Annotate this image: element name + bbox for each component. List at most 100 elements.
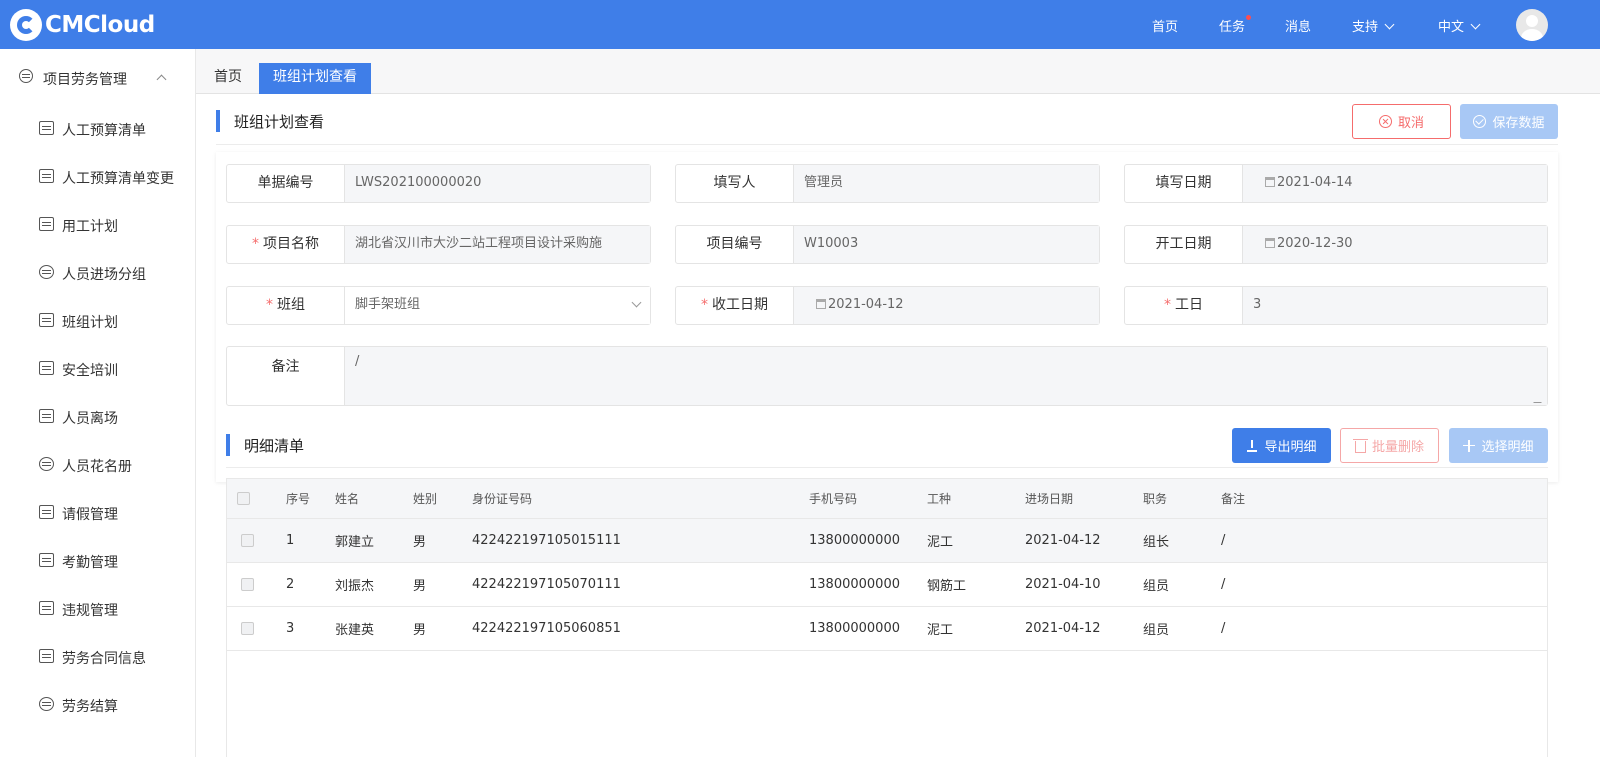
select-detail-label: 选择明细	[1481, 440, 1534, 455]
row-checkbox[interactable]	[241, 563, 254, 606]
sidebar-item-label: 人员花名册	[62, 459, 132, 475]
nav-tasks[interactable]: 任务	[1219, 15, 1252, 35]
trash-icon	[1352, 438, 1368, 453]
sidebar-item-label: 用工计划	[62, 219, 118, 235]
sidebar-item-label: 劳务结算	[62, 699, 118, 715]
doc-no-field[interactable]: 单据编号 LWS202100000020	[226, 164, 651, 203]
cell-name: 刘振杰	[335, 579, 375, 594]
title-accent-bar	[216, 110, 220, 132]
clipboard-check-icon	[39, 601, 54, 615]
column-header: 进场日期	[1025, 492, 1074, 506]
fill-date-label: 填写日期	[1125, 165, 1243, 202]
tab-team-plan-view[interactable]: 班组计划查看	[259, 63, 371, 94]
cell-id-number: 422422197105070111	[472, 577, 621, 592]
check-circle-icon	[1473, 115, 1487, 128]
top-bar: CMCloud 首页 任务 消息 支持 中文	[0, 0, 1600, 49]
nav-support[interactable]: 支持	[1352, 16, 1395, 35]
team-select[interactable]: * 班组 脚手架班组	[226, 286, 651, 325]
training-icon	[39, 361, 54, 375]
remark-field[interactable]: 备注 /	[226, 346, 1549, 406]
row-checkbox[interactable]	[241, 607, 254, 650]
save-button[interactable]: 保存数据	[1460, 104, 1558, 139]
table-row[interactable]: 1 郭建立 男 422422197105015111 13800000000 泥…	[227, 519, 1547, 563]
page-title: 班组计划查看	[216, 110, 324, 132]
nav-home[interactable]: 首页	[1152, 16, 1178, 35]
sidebar-item-label: 安全培训	[62, 363, 118, 379]
sidebar-item-label: 人工预算清单变更	[62, 171, 174, 187]
cell-index: 1	[286, 533, 295, 548]
start-date-value: 2020-12-30	[1243, 226, 1547, 263]
export-detail-button[interactable]: 导出明细	[1232, 428, 1331, 463]
sidebar-item-safety-training[interactable]: 安全培训	[0, 353, 195, 383]
main-content: 班组计划查看 取消 保存数据 单据编号 LWS202100000020 填写人 …	[196, 94, 1600, 757]
select-detail-button[interactable]: 选择明细	[1449, 428, 1548, 463]
checkbox-icon	[241, 534, 254, 547]
sidebar-item-exit[interactable]: 人员离场	[0, 401, 195, 431]
save-button-label: 保存数据	[1492, 116, 1545, 131]
sidebar-item-entry-group[interactable]: 人员进场分组	[0, 257, 195, 287]
cell-entry-date: 2021-04-10	[1025, 577, 1101, 592]
batch-delete-button[interactable]: 批量删除	[1340, 428, 1439, 463]
download-icon	[1246, 439, 1258, 452]
column-header: 备注	[1221, 492, 1246, 506]
table-icon	[39, 121, 54, 135]
project-no-value: W10003	[794, 226, 1099, 263]
sidebar-item-label: 人员离场	[62, 411, 118, 427]
chevron-down-icon	[1384, 19, 1395, 30]
project-no-label: 项目编号	[676, 226, 794, 263]
cell-gender: 男	[413, 623, 427, 638]
sidebar-item-label: 班组计划	[62, 315, 118, 331]
attendance-icon	[39, 553, 54, 567]
sidebar-item-violation[interactable]: 违规管理	[0, 593, 195, 623]
cell-name: 郭建立	[335, 535, 375, 550]
sidebar-item-leave[interactable]: 请假管理	[0, 497, 195, 527]
nav-tasks-label: 任务	[1219, 20, 1246, 35]
cancel-button-label: 取消	[1397, 116, 1424, 131]
fill-date-field[interactable]: 填写日期 2021-04-14	[1124, 164, 1548, 203]
detail-title-text: 明细清单	[244, 436, 305, 455]
cell-position: 组长	[1143, 535, 1170, 550]
cell-phone: 13800000000	[809, 621, 900, 636]
table-row[interactable]: 3 张建英 男 422422197105060851 13800000000 泥…	[227, 607, 1547, 651]
project-no-field[interactable]: 项目编号 W10003	[675, 225, 1100, 264]
sidebar-item-contract[interactable]: 劳务合同信息	[0, 641, 195, 671]
avatar[interactable]	[1516, 9, 1548, 41]
workdays-label: * 工日	[1125, 287, 1243, 324]
exit-icon	[39, 409, 54, 423]
cell-phone: 13800000000	[809, 577, 900, 592]
column-header: 姓名	[335, 492, 360, 506]
project-name-field[interactable]: * 项目名称 湖北省汉川市大沙二站工程项目设计采购施	[226, 225, 651, 264]
calendar-icon	[1265, 238, 1275, 248]
workdays-field[interactable]: * 工日 3	[1124, 286, 1548, 325]
cancel-button[interactable]: 取消	[1352, 104, 1451, 139]
sidebar-item-budget-change[interactable]: 人工预算清单变更	[0, 161, 195, 191]
sidebar-item-budget-list[interactable]: 人工预算清单	[0, 113, 195, 143]
select-all-checkbox[interactable]	[237, 479, 250, 518]
nav-language[interactable]: 中文	[1438, 16, 1481, 35]
tab-home[interactable]: 首页	[200, 63, 256, 94]
filler-field[interactable]: 填写人 管理员	[675, 164, 1100, 203]
sidebar-item-roster[interactable]: 人员花名册	[0, 449, 195, 479]
fill-date-text: 2021-04-14	[1277, 175, 1353, 190]
row-checkbox[interactable]	[241, 519, 254, 562]
checkbox-icon	[241, 622, 254, 635]
cell-name: 张建英	[335, 623, 375, 638]
cell-trade: 泥工	[927, 535, 954, 550]
notification-dot	[1246, 15, 1252, 20]
plan-doc-icon	[39, 217, 54, 231]
sidebar-group-labor[interactable]: 项目劳务管理	[0, 65, 195, 89]
cell-gender: 男	[413, 579, 427, 594]
table-row[interactable]: 2 刘振杰 男 422422197105070111 13800000000 钢…	[227, 563, 1547, 607]
team-value: 脚手架班组	[345, 287, 650, 324]
logo[interactable]: CMCloud	[10, 8, 155, 42]
sidebar-item-settlement[interactable]: 劳务结算	[0, 689, 195, 719]
cell-trade: 钢筋工	[927, 579, 967, 594]
project-name-value: 湖北省汉川市大沙二站工程项目设计采购施	[345, 226, 650, 263]
sidebar-item-work-plan[interactable]: 用工计划	[0, 209, 195, 239]
nav-messages[interactable]: 消息	[1285, 16, 1311, 35]
end-date-field[interactable]: * 收工日期 2021-04-12	[675, 286, 1100, 325]
sidebar-item-attendance[interactable]: 考勤管理	[0, 545, 195, 575]
sidebar-item-team-plan[interactable]: 班组计划	[0, 305, 195, 335]
doc-no-label: 单据编号	[227, 165, 345, 202]
start-date-field[interactable]: 开工日期 2020-12-30	[1124, 225, 1548, 264]
